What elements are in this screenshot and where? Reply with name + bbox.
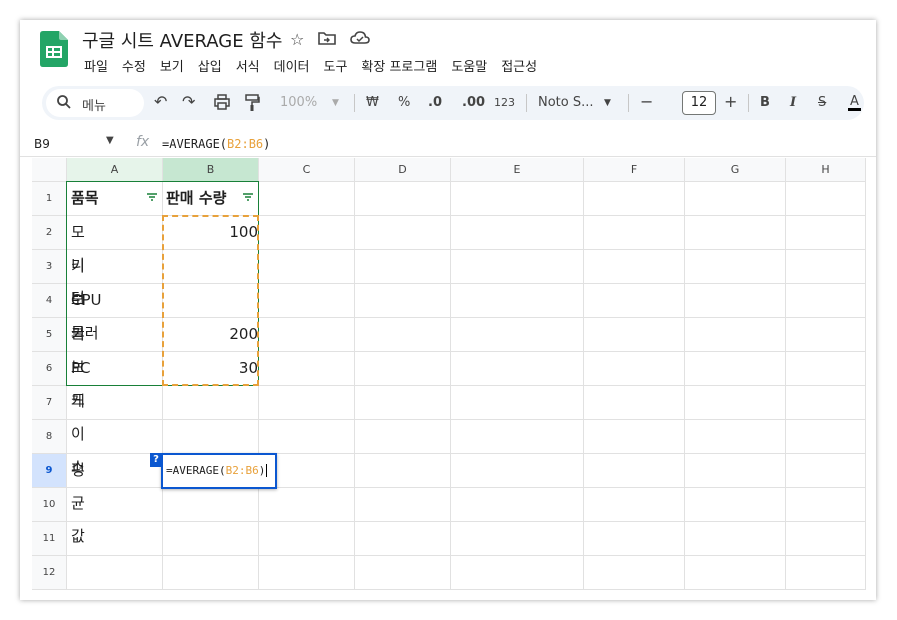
column-header-a[interactable]: A [67,158,163,182]
menu-bar: 파일 수정 보기 삽입 서식 데이터 도구 확장 프로그램 도움말 접근성 [84,56,551,75]
column-header-b[interactable]: B [163,158,259,182]
row-header-6[interactable]: 6 [32,352,67,386]
toolbar-divider [526,94,527,112]
text-cursor [266,464,268,477]
formula-range: B2:B6 [227,137,264,151]
column-header-d[interactable]: D [355,158,451,182]
cell-a1[interactable]: 품목 [67,182,162,215]
menu-edit[interactable]: 수정 [122,56,146,75]
spreadsheet-window: 구글 시트 AVERAGE 함수 ☆ 파일 수정 보기 삽입 서식 데이터 도구… [20,20,876,600]
menu-help[interactable]: 도움말 [451,56,487,75]
grid-line [684,182,685,590]
menu-accessibility[interactable]: 접근성 [501,56,537,75]
column-header-f[interactable]: F [584,158,685,182]
grid-line [450,182,451,590]
move-folder-icon[interactable] [318,30,337,46]
row-header-11[interactable]: 11 [32,522,67,556]
currency-format-button[interactable]: ₩ [366,95,379,110]
document-title[interactable]: 구글 시트 AVERAGE 함수 [82,27,282,53]
function-icon: fx [136,134,150,150]
cell-b1[interactable]: 판매 수량 [163,182,258,215]
row-header-4[interactable]: 4 [32,284,67,318]
search-label: 메뉴 [82,99,106,114]
toolbar-divider [354,94,355,112]
increase-font-size-button[interactable]: + [724,92,737,111]
grid-line [583,182,584,590]
row-header-2[interactable]: 2 [32,216,67,250]
zoom-dropdown-icon[interactable]: ▼ [332,98,339,108]
font-size-input[interactable]: 12 [682,91,716,115]
column-header-h[interactable]: H [786,158,866,182]
menu-view[interactable]: 보기 [160,56,184,75]
number-format-button[interactable]: 123 [494,96,515,109]
toolbar-divider [628,94,629,112]
name-box-dropdown-icon[interactable]: ▼ [106,135,114,146]
font-select[interactable]: Noto S... [538,95,594,110]
cell-b9-editor[interactable]: =AVERAGE(B2:B6) [161,453,277,489]
cloud-saved-icon[interactable] [350,30,371,46]
redo-icon[interactable]: ↷ [182,92,195,111]
search-icon [57,95,71,109]
row-header-10[interactable]: 10 [32,488,67,522]
row-header-8[interactable]: 8 [32,420,67,454]
formula-help-icon[interactable]: ? [150,453,162,467]
editor-range: B2:B6 [225,464,259,477]
star-icon[interactable]: ☆ [290,30,304,49]
cell-a9[interactable]: 평균 값 [67,454,85,553]
formula-bar: B9 ▼ fx =AVERAGE(B2:B6) [20,132,876,157]
zoom-select[interactable]: 100% [280,95,317,110]
sheets-logo-icon[interactable] [40,31,68,67]
italic-button[interactable]: I [790,95,796,110]
print-icon[interactable] [214,94,230,110]
toolbar-divider [748,94,749,112]
row-header-5[interactable]: 5 [32,318,67,352]
menu-extensions[interactable]: 확장 프로그램 [361,56,437,75]
menu-search[interactable]: 메뉴 [46,89,144,117]
reference-range-highlight [162,215,259,386]
formula-prefix: =AVERAGE( [162,137,228,151]
font-dropdown-icon[interactable]: ▼ [604,98,611,108]
row-header-9[interactable]: 9 [32,454,67,488]
grid-line [354,182,355,590]
undo-icon[interactable]: ↶ [154,92,167,111]
row-header-1[interactable]: 1 [32,182,67,216]
editor-prefix: =AVERAGE( [166,464,226,477]
decrease-font-size-button[interactable]: − [640,92,653,111]
select-all-corner[interactable] [32,158,67,182]
menu-format[interactable]: 서식 [236,56,260,75]
column-header-e[interactable]: E [451,158,584,182]
grid-line [785,182,786,590]
column-header-g[interactable]: G [685,158,786,182]
strikethrough-button[interactable]: S [818,95,826,110]
filter-icon[interactable] [146,192,158,202]
menu-tools[interactable]: 도구 [324,56,348,75]
formula-suffix: ) [263,137,271,151]
toolbar: 메뉴 ↶ ↷ 100% ▼ ₩ % .0 .00 123 Noto S... ▼… [42,86,864,120]
decrease-decimal-button[interactable]: .0 [428,95,442,110]
menu-insert[interactable]: 삽입 [198,56,222,75]
row-header-12[interactable]: 12 [32,556,67,590]
text-color-button[interactable]: A [848,95,861,111]
name-box[interactable]: B9 [34,137,50,151]
editor-suffix: ) [258,464,266,477]
menu-file[interactable]: 파일 [84,56,108,75]
column-header-c[interactable]: C [259,158,355,182]
cell-a1-text: 품목 [71,189,99,207]
grid-line [865,182,866,590]
paint-format-icon[interactable] [244,94,260,112]
bold-button[interactable]: B [760,95,770,110]
increase-decimal-button[interactable]: .00 [462,95,485,110]
filter-icon[interactable] [242,192,254,202]
menu-data[interactable]: 데이터 [274,56,310,75]
percent-format-button[interactable]: % [398,95,410,110]
cell-b1-text: 판매 수량 [166,189,227,207]
row-header-3[interactable]: 3 [32,250,67,284]
formula-input[interactable]: =AVERAGE(B2:B6) [162,137,270,151]
row-header-7[interactable]: 7 [32,386,67,420]
